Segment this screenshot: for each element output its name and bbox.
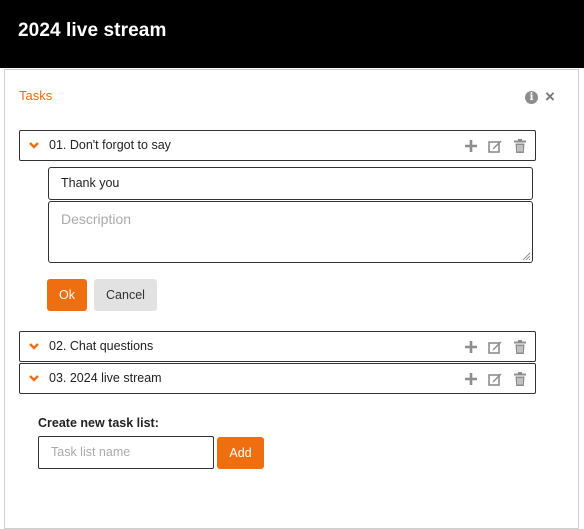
task-row[interactable]: 01. Don't forgot to say	[19, 130, 536, 161]
trash-icon[interactable]	[513, 340, 527, 354]
cancel-button[interactable]: Cancel	[94, 279, 157, 311]
task-row[interactable]: 03. 2024 live stream	[19, 363, 536, 394]
chevron-down-icon[interactable]	[28, 139, 40, 151]
task-label: 01. Don't forgot to say	[49, 138, 171, 152]
info-icon[interactable]: i	[525, 91, 538, 104]
chevron-down-icon[interactable]	[28, 340, 40, 352]
description-placeholder: Description	[61, 211, 132, 227]
plus-icon[interactable]	[464, 139, 478, 153]
page-title: 2024 live stream	[18, 20, 167, 41]
task-row[interactable]: 02. Chat questions	[19, 331, 536, 362]
plus-icon[interactable]	[464, 340, 478, 354]
add-button[interactable]: Add	[217, 437, 264, 469]
panel-title: Tasks	[19, 88, 53, 103]
create-task-list-label: Create new task list:	[38, 416, 159, 430]
edit-icon[interactable]	[488, 372, 502, 386]
ok-button[interactable]: Ok	[47, 279, 87, 311]
trash-icon[interactable]	[513, 372, 527, 386]
edit-icon[interactable]	[488, 139, 502, 153]
app-header: 2024 live stream	[0, 0, 584, 68]
trash-icon[interactable]	[513, 139, 527, 153]
resize-grip-icon[interactable]	[522, 252, 530, 260]
task-label: 02. Chat questions	[49, 339, 154, 353]
chevron-down-icon[interactable]	[28, 372, 40, 384]
task-title-input[interactable]: Thank you	[48, 167, 533, 200]
task-label: 03. 2024 live stream	[49, 371, 162, 385]
edit-icon[interactable]	[488, 340, 502, 354]
plus-icon[interactable]	[464, 372, 478, 386]
tasks-panel: Tasks i × 01. Don't forgot to say Thank …	[4, 69, 579, 529]
task-description-textarea[interactable]: Description	[48, 201, 533, 263]
close-icon[interactable]: ×	[545, 88, 555, 106]
task-list-name-input[interactable]: Task list name	[38, 436, 214, 469]
